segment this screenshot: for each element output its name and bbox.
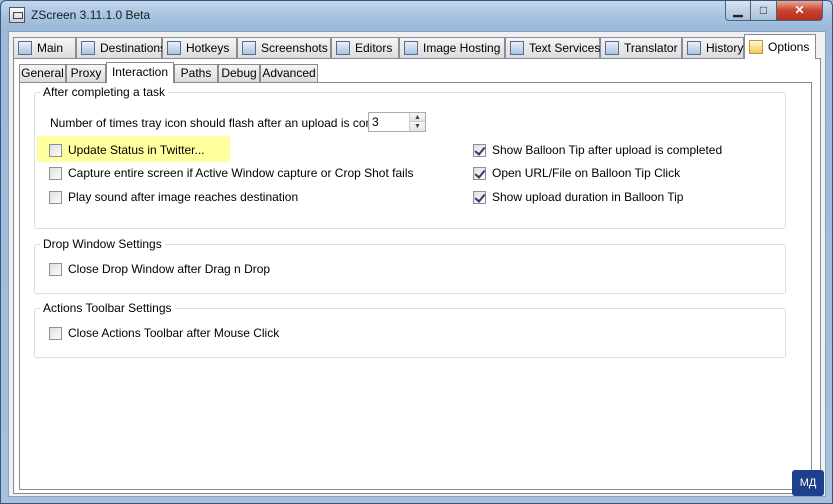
- interaction-panel: After completing a task Number of times …: [19, 82, 812, 490]
- tab-label: Text Services: [529, 41, 601, 55]
- subtab-advanced[interactable]: Advanced: [260, 64, 318, 82]
- tab-options[interactable]: Options: [744, 34, 816, 59]
- tab-translator[interactable]: Translator: [600, 37, 682, 58]
- actions-toolbar-group: Actions Toolbar Settings Close Actions T…: [34, 301, 786, 358]
- tab-destinations[interactable]: Destinations: [76, 37, 166, 58]
- main-tab-strip: Main Destinations Hotkeys Screenshots Ed…: [13, 34, 823, 59]
- client-area: Main Destinations Hotkeys Screenshots Ed…: [8, 31, 826, 497]
- chevron-down-icon[interactable]: ▼: [410, 122, 425, 131]
- after-task-group: After completing a task Number of times …: [34, 85, 786, 229]
- open-url-checkbox[interactable]: [473, 166, 486, 180]
- drop-window-group: Drop Window Settings Close Drop Window a…: [34, 237, 786, 294]
- app-icon[interactable]: [9, 7, 25, 23]
- flash-count-value[interactable]: 3: [372, 115, 379, 129]
- translator-icon: [605, 41, 619, 55]
- tab-label: Options: [768, 40, 810, 54]
- tab-label: Screenshots: [261, 41, 328, 55]
- twitter-label: Update Status in Twitter...: [68, 143, 205, 157]
- maximize-button[interactable]: □: [751, 1, 777, 21]
- capture-entire-label: Capture entire screen if Active Window c…: [68, 166, 414, 180]
- subtab-paths[interactable]: Paths: [174, 64, 218, 82]
- main-icon: [18, 41, 32, 55]
- flash-count-label: Number of times tray icon should flash a…: [50, 116, 402, 130]
- upload-duration-option[interactable]: Show upload duration in Balloon Tip: [473, 190, 683, 204]
- upload-duration-label: Show upload duration in Balloon Tip: [492, 190, 684, 204]
- screenshots-icon: [242, 41, 256, 55]
- destinations-icon: [81, 41, 95, 55]
- close-button[interactable]: ✕: [777, 1, 823, 21]
- tab-image-hosting[interactable]: Image Hosting: [399, 37, 505, 58]
- flash-count-stepper[interactable]: 3 ▲ ▼: [368, 112, 426, 132]
- options-panel: General Proxy Interaction Paths Debug Ad…: [13, 58, 821, 494]
- close-actions-toolbar-label: Close Actions Toolbar after Mouse Click: [68, 326, 280, 340]
- close-drop-window-option[interactable]: Close Drop Window after Drag n Drop: [49, 262, 270, 276]
- image-hosting-icon: [404, 41, 418, 55]
- play-sound-checkbox[interactable]: [49, 190, 62, 204]
- chevron-up-icon[interactable]: ▲: [410, 113, 425, 122]
- subtab-interaction[interactable]: Interaction: [106, 62, 174, 83]
- stepper-buttons: ▲ ▼: [409, 113, 425, 131]
- group-title: After completing a task: [40, 85, 169, 99]
- balloon-tip-option[interactable]: Show Balloon Tip after upload is complet…: [473, 143, 722, 157]
- subtab-proxy[interactable]: Proxy: [66, 64, 106, 82]
- taskbar-badge[interactable]: МД: [792, 470, 824, 496]
- twitter-checkbox[interactable]: [49, 143, 62, 157]
- close-drop-window-label: Close Drop Window after Drag n Drop: [68, 262, 271, 276]
- open-url-option[interactable]: Open URL/File on Balloon Tip Click: [473, 166, 680, 180]
- close-drop-window-checkbox[interactable]: [49, 262, 62, 276]
- twitter-option[interactable]: Update Status in Twitter...: [49, 143, 205, 157]
- capture-entire-checkbox[interactable]: [49, 166, 62, 180]
- text-services-icon: [510, 41, 524, 55]
- tab-editors[interactable]: Editors: [331, 37, 399, 58]
- open-url-label: Open URL/File on Balloon Tip Click: [492, 166, 681, 180]
- close-actions-toolbar-checkbox[interactable]: [49, 326, 62, 340]
- upload-duration-checkbox[interactable]: [473, 190, 486, 204]
- tab-label: Editors: [355, 41, 393, 55]
- subtab-general[interactable]: General: [19, 64, 66, 82]
- close-actions-toolbar-option[interactable]: Close Actions Toolbar after Mouse Click: [49, 326, 279, 340]
- play-sound-option[interactable]: Play sound after image reaches destinati…: [49, 190, 298, 204]
- keyboard-icon: [167, 41, 181, 55]
- tab-label: History: [706, 41, 744, 55]
- editors-icon: [336, 41, 350, 55]
- tab-label: Destinations: [100, 41, 167, 55]
- minimize-button[interactable]: ▁: [725, 1, 751, 21]
- tab-history[interactable]: History: [682, 37, 744, 58]
- tab-main[interactable]: Main: [13, 37, 76, 58]
- tab-text-services[interactable]: Text Services: [505, 37, 600, 58]
- tab-label: Translator: [624, 41, 678, 55]
- tab-label: Main: [37, 41, 64, 55]
- history-icon: [687, 41, 701, 55]
- window-title: ZScreen 3.11.1.0 Beta: [31, 8, 151, 22]
- tab-label: Image Hosting: [423, 41, 501, 55]
- balloon-tip-label: Show Balloon Tip after upload is complet…: [492, 143, 723, 157]
- tab-label: Hotkeys: [186, 41, 230, 55]
- subtab-debug[interactable]: Debug: [218, 64, 260, 82]
- tab-hotkeys[interactable]: Hotkeys: [162, 37, 237, 58]
- group-title: Drop Window Settings: [40, 237, 165, 251]
- group-title: Actions Toolbar Settings: [40, 301, 175, 315]
- capture-entire-option[interactable]: Capture entire screen if Active Window c…: [49, 166, 414, 180]
- balloon-tip-checkbox[interactable]: [473, 143, 486, 157]
- title-bar[interactable]: ZScreen 3.11.1.0 Beta ▁ □ ✕: [1, 1, 832, 31]
- options-icon: [749, 40, 763, 54]
- tab-screenshots[interactable]: Screenshots: [237, 37, 331, 58]
- app-window: ZScreen 3.11.1.0 Beta ▁ □ ✕ Main Destina…: [0, 0, 833, 504]
- play-sound-label: Play sound after image reaches destinati…: [68, 190, 299, 204]
